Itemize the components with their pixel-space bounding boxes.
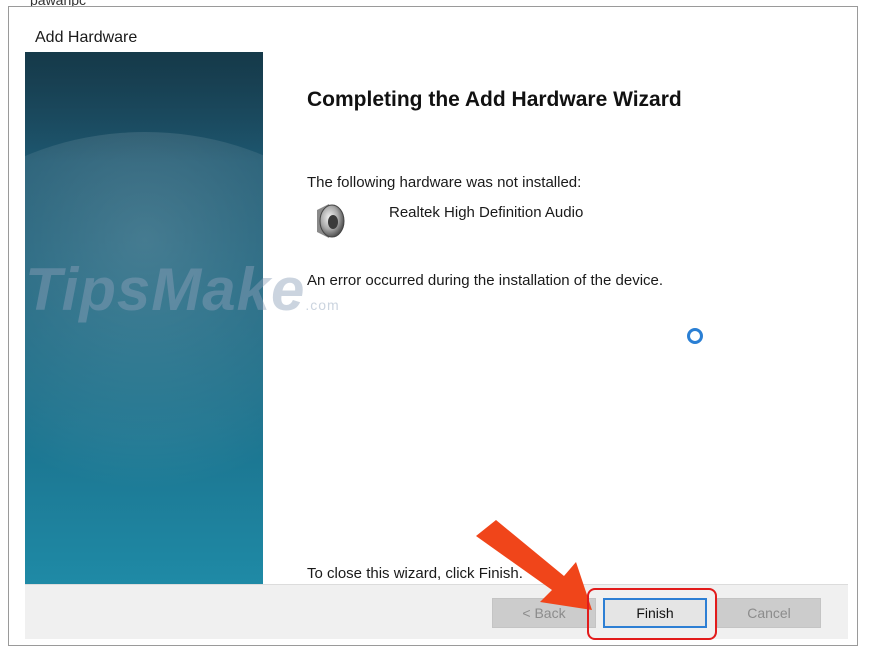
dialog-title: Add Hardware — [35, 29, 138, 46]
error-message: An error occurred during the installatio… — [307, 272, 664, 289]
watermark-text: TipsMake — [25, 256, 306, 323]
finish-highlight-outline — [587, 588, 717, 640]
device-name: Realtek High Definition Audio — [389, 204, 584, 221]
speaker-icon — [317, 204, 345, 238]
wizard-content: Completing the Add Hardware Wizard The f… — [263, 52, 848, 584]
not-installed-label: The following hardware was not installed… — [307, 174, 582, 191]
watermark: TipsMake.com — [25, 255, 340, 324]
watermark-suffix: .com — [305, 297, 340, 313]
wizard-heading: Completing the Add Hardware Wizard — [307, 88, 682, 111]
dialog-titlebar[interactable]: Add Hardware — [9, 7, 857, 57]
loading-ring-icon — [687, 328, 703, 344]
cancel-button[interactable]: Cancel — [717, 598, 821, 628]
wizard-footer: < Back Finish Cancel — [25, 584, 848, 639]
